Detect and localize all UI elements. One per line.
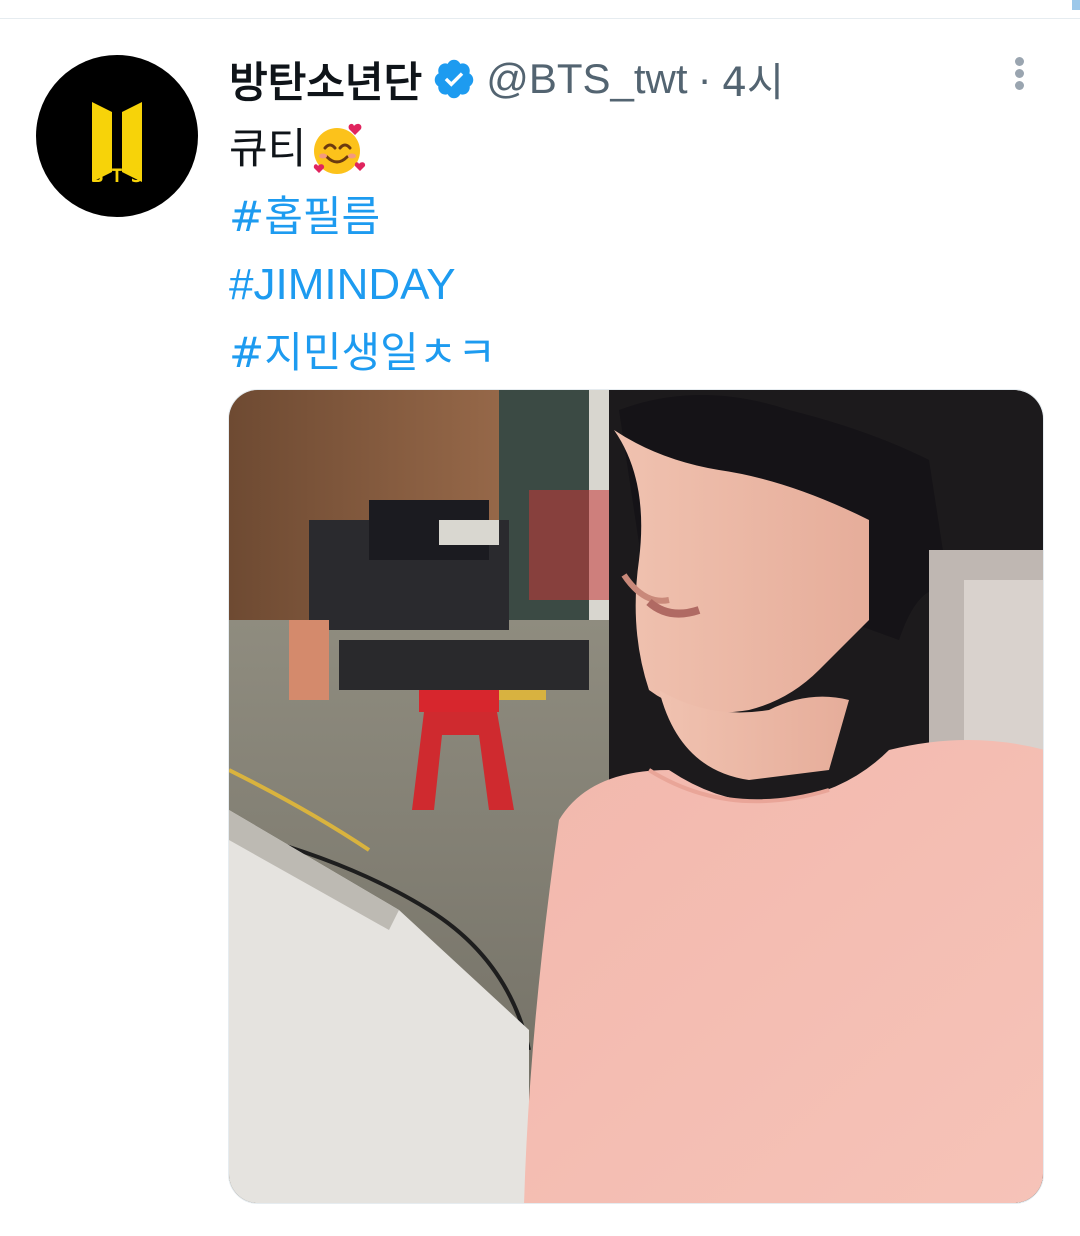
display-name[interactable]: 방탄소년단 [229, 49, 422, 110]
tweet-text-line: 큐티 [229, 115, 496, 183]
video-frame-image [229, 390, 1043, 1203]
smiling-face-with-hearts-emoji-icon [310, 120, 368, 178]
avatar[interactable]: BTS [36, 55, 198, 217]
tweet-text-content: 큐티 [229, 124, 307, 173]
avatar-logo-text: BTS [91, 165, 151, 187]
media-video-thumbnail[interactable] [228, 389, 1044, 1204]
more-vertical-icon [1015, 57, 1024, 66]
handle[interactable]: @BTS_twt [486, 55, 687, 103]
more-options-button[interactable] [1000, 53, 1040, 93]
timestamp[interactable]: 4시 [722, 50, 784, 108]
verified-badge-icon [432, 57, 476, 101]
separator-dot: · [697, 55, 712, 102]
hashtag-link-jiminday[interactable]: #JIMINDAY [229, 251, 456, 319]
bts-logo-icon [92, 102, 142, 182]
hashtag-line: #홉필름 [229, 183, 496, 251]
tweet-text: 큐티 #홉필름 #JIMINDAY #지민생일ㅊㅋ [229, 115, 496, 387]
tweet-header: 방탄소년단 @BTS_twt · 4시 [229, 51, 784, 107]
hashtag-line: #JIMINDAY [229, 251, 496, 319]
hashtag-line: #지민생일ㅊㅋ [229, 319, 496, 387]
hashtag-link-hopefilm[interactable]: #홉필름 [229, 183, 380, 251]
scrollbar[interactable] [1072, 0, 1080, 10]
hashtag-link-jimin-birthday[interactable]: #지민생일ㅊㅋ [229, 319, 496, 387]
tweet[interactable]: BTS 방탄소년단 @BTS_twt · 4시 큐티 #홉필름 #JIMINDA… [0, 19, 1080, 1236]
